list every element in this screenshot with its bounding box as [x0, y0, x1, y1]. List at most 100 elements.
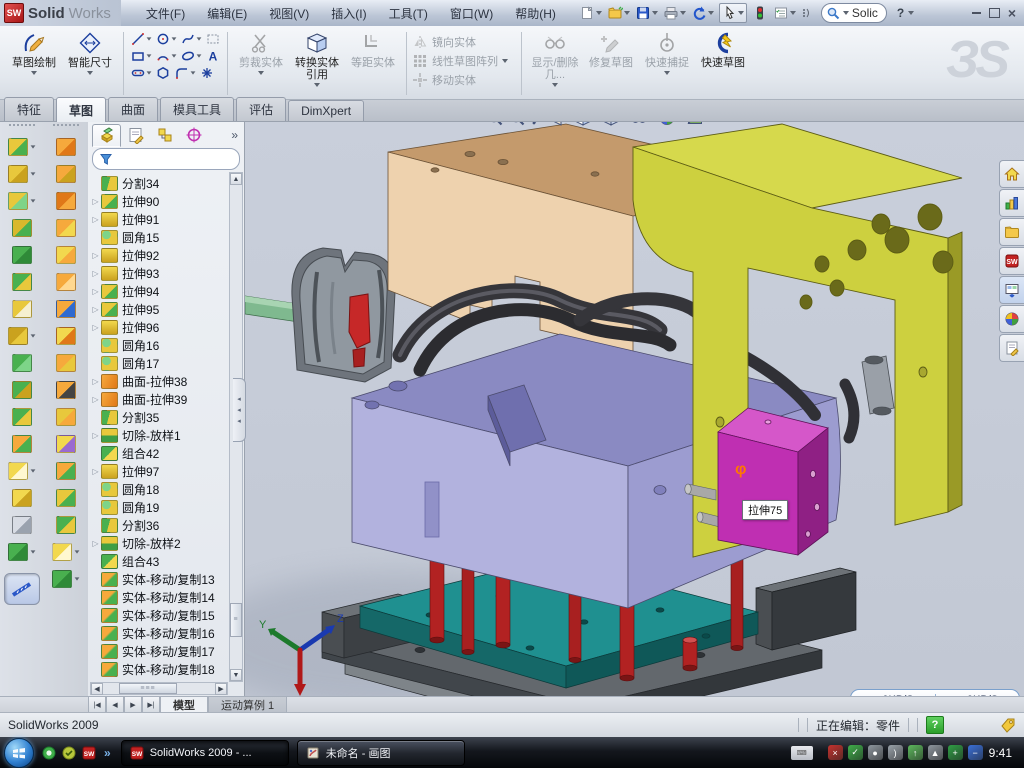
dome-button[interactable]	[46, 511, 86, 538]
graphics-area[interactable]: φ Y Z X ×	[245, 122, 1024, 696]
new-document-button[interactable]	[577, 3, 604, 23]
help-dropdown-icon[interactable]	[908, 11, 914, 15]
expand-icon[interactable]: ▷	[90, 269, 101, 278]
tree-item[interactable]: ▷拉伸90	[90, 192, 228, 210]
section-view-button[interactable]	[551, 122, 571, 128]
tree-item[interactable]: ▷曲面-拉伸39	[90, 390, 228, 408]
taskbar-button-0[interactable]: SWSolidWorks 2009 - ...	[121, 740, 289, 766]
expand-icon[interactable]: ▷	[90, 197, 101, 206]
tab-曲面[interactable]: 曲面	[108, 97, 158, 121]
toolbar-options-button[interactable]	[799, 3, 815, 23]
zoom-area-button[interactable]	[507, 122, 527, 128]
tray-security-green-icon[interactable]: ✓	[848, 745, 863, 760]
hide-show-items-button[interactable]	[629, 122, 655, 128]
tree-item[interactable]: 实体-移动/复制16	[90, 624, 228, 642]
tree-item[interactable]: ▷切除-放样1	[90, 426, 228, 444]
tree-item[interactable]: ▷拉伸93	[90, 264, 228, 282]
fillet-surface-button[interactable]	[46, 349, 86, 376]
filter-box[interactable]	[92, 148, 240, 170]
tree-item[interactable]: ▷切除-放样2	[90, 534, 228, 552]
expand-icon[interactable]: ▷	[90, 377, 101, 386]
boundary-surface-button[interactable]	[46, 241, 86, 268]
tab-nav-next[interactable]: ▶	[124, 697, 142, 713]
save-button[interactable]	[633, 3, 660, 23]
tab-nav-prev[interactable]: ◀	[106, 697, 124, 713]
hole-wizard-button[interactable]	[2, 295, 42, 322]
sketch-rectangle-button[interactable]	[129, 48, 153, 64]
menu-2[interactable]: 视图(V)	[258, 1, 320, 26]
delete-face-button[interactable]	[46, 376, 86, 403]
tab-nav-last[interactable]: ▶|	[142, 697, 160, 713]
tree-item[interactable]: ▷拉伸94	[90, 282, 228, 300]
hose-fitting[interactable]	[862, 356, 894, 415]
rib-button[interactable]	[2, 376, 42, 403]
revolved-surface-button[interactable]	[46, 160, 86, 187]
thicken-button[interactable]	[46, 484, 86, 511]
open-button[interactable]	[605, 3, 632, 23]
tree-item[interactable]: ▷拉伸92	[90, 246, 228, 264]
expand-icon[interactable]: ▷	[90, 467, 101, 476]
display-settings-button[interactable]	[771, 3, 798, 23]
panel-tab-property-manager[interactable]	[121, 124, 150, 147]
panel-tabs-chevron[interactable]: »	[231, 128, 242, 142]
display-style-button[interactable]	[601, 122, 627, 128]
minimize-button[interactable]	[972, 12, 981, 14]
reference-point-2-button[interactable]	[46, 538, 86, 565]
scroll-left-button[interactable]: ◀	[91, 683, 103, 695]
replace-face-button[interactable]	[46, 403, 86, 430]
tray-wireless-warning-icon[interactable]: ▲	[928, 745, 943, 760]
expand-icon[interactable]: ▷	[90, 323, 101, 332]
antivirus-icon[interactable]	[62, 746, 76, 760]
trim-surface-button[interactable]	[46, 457, 86, 484]
sketch-arc-button[interactable]	[154, 48, 178, 64]
zoom-fit-button[interactable]	[485, 122, 505, 128]
search-box[interactable]: Solic	[821, 3, 887, 23]
extruded-cut-button[interactable]	[2, 160, 42, 187]
model-canvas[interactable]: φ Y Z X	[245, 122, 1024, 696]
lofted-surface-button[interactable]	[46, 214, 86, 241]
tree-item[interactable]: ▷拉伸97	[90, 462, 228, 480]
tree-item[interactable]: 实体-移动/复制13	[90, 570, 228, 588]
planar-surface-button[interactable]	[46, 268, 86, 295]
panel-tab-configuration-manager[interactable]	[150, 124, 179, 147]
appearances-button[interactable]	[657, 122, 683, 128]
tray-update-agent-icon[interactable]: ●	[868, 745, 883, 760]
helix-curve-button[interactable]	[2, 538, 42, 565]
ribbon-sketch-button[interactable]: 草图绘制	[6, 28, 62, 99]
expand-icon[interactable]: ▷	[90, 215, 101, 224]
scroll-thumb[interactable]: ≡≡≡	[119, 683, 177, 694]
scroll-down-button[interactable]: ▼	[230, 669, 242, 681]
keyboard-layout-icon[interactable]: ⌨	[791, 746, 813, 760]
messenger-icon[interactable]	[42, 746, 56, 760]
scroll-thumb[interactable]: ≡	[230, 603, 242, 637]
view-orientation-button[interactable]	[573, 122, 599, 128]
tree-item[interactable]: 分割36	[90, 516, 228, 534]
tray-volume-icon[interactable]: )	[888, 745, 903, 760]
menu-0[interactable]: 文件(F)	[135, 1, 196, 26]
taskpane-view-palette-tab[interactable]	[999, 276, 1024, 304]
tab-草图[interactable]: 草图	[56, 97, 106, 122]
tree-item[interactable]: 实体-移动/复制18	[90, 660, 228, 678]
search-dropdown-icon[interactable]	[843, 11, 849, 15]
menu-5[interactable]: 窗口(W)	[439, 1, 504, 26]
tray-messenger-busy-icon[interactable]: −	[968, 745, 983, 760]
tree-item[interactable]: ▷拉伸95	[90, 300, 228, 318]
tree-item[interactable]: 组合42	[90, 444, 228, 462]
shell-button[interactable]	[2, 241, 42, 268]
part-insert-magenta[interactable]: φ	[718, 408, 828, 555]
taskbar-clock[interactable]: 9:41	[989, 746, 1012, 760]
sketch-line-button[interactable]	[129, 31, 153, 47]
tab-nav-first[interactable]: |◀	[88, 697, 106, 713]
tree-item[interactable]: ▷曲面-拉伸38	[90, 372, 228, 390]
rebuild-button[interactable]	[750, 3, 770, 23]
tree-item[interactable]: 组合43	[90, 552, 228, 570]
panel-tab-dimxpert-manager[interactable]	[179, 124, 208, 147]
sketch-point-button[interactable]	[198, 65, 216, 81]
pan-button[interactable]	[529, 122, 549, 128]
reference-point-button[interactable]	[2, 457, 42, 484]
sketch-circle-button[interactable]	[154, 31, 178, 47]
untrim-surface-button[interactable]	[46, 430, 86, 457]
expand-icon[interactable]: ▷	[90, 431, 101, 440]
sketch-sketch-fillet-button[interactable]	[173, 65, 197, 81]
offset-surface-button[interactable]	[46, 295, 86, 322]
